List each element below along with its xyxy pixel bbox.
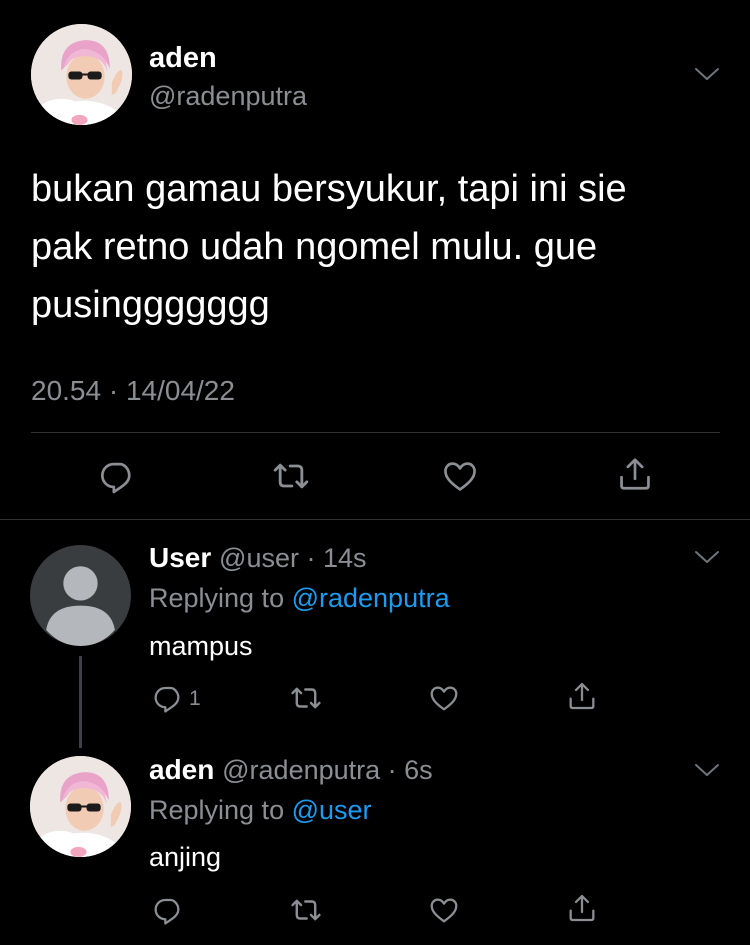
reply-header: User @user · 14s: [149, 541, 367, 575]
chevron-down-icon: [694, 66, 720, 82]
chevron-down-icon: [694, 762, 720, 778]
thread-connector: [79, 656, 82, 748]
author-display-name[interactable]: aden: [149, 40, 217, 76]
reply-button[interactable]: [152, 894, 184, 926]
reply-icon: [98, 457, 136, 495]
divider: [0, 519, 750, 520]
share-icon: [566, 892, 598, 924]
retweet-button[interactable]: [289, 893, 323, 927]
reply-handle-time[interactable]: @user · 14s: [219, 543, 366, 573]
reply-display-name[interactable]: User: [149, 542, 211, 573]
like-button[interactable]: [428, 682, 460, 714]
share-button[interactable]: [616, 455, 654, 493]
reply-text: anjing: [149, 842, 222, 872]
reply-header: aden @radenputra · 6s: [149, 753, 433, 787]
retweet-icon: [289, 893, 323, 927]
chevron-down-icon: [694, 549, 720, 565]
reply-text: mampus: [149, 631, 253, 661]
like-button[interactable]: [441, 457, 479, 495]
retweet-button[interactable]: [289, 681, 323, 715]
reply-button[interactable]: [152, 682, 184, 714]
profile-photo: [31, 24, 132, 125]
replying-to-label: Replying to: [149, 795, 292, 825]
tweet-timestamp[interactable]: 20.54 · 14/04/22: [31, 374, 235, 408]
reply-avatar[interactable]: [30, 756, 131, 857]
share-icon: [566, 680, 598, 712]
author-handle[interactable]: @radenputra: [149, 79, 307, 113]
reply-button[interactable]: [98, 457, 136, 495]
more-options-button[interactable]: [694, 66, 720, 82]
heart-icon: [428, 894, 460, 926]
share-button[interactable]: [566, 892, 598, 924]
heart-icon: [441, 457, 479, 495]
tweet-text: bukan gamau bersyukur, tapi ini sie pak …: [31, 168, 627, 326]
reply-icon: [152, 894, 184, 926]
share-icon: [616, 455, 654, 493]
share-button[interactable]: [566, 680, 598, 712]
reply-avatar[interactable]: [30, 545, 131, 646]
retweet-icon: [271, 456, 311, 496]
retweet-icon: [289, 681, 323, 715]
replying-to: Replying to @radenputra: [149, 581, 450, 615]
more-options-button[interactable]: [694, 549, 720, 565]
reply-display-name[interactable]: aden: [149, 754, 214, 785]
default-person-icon: [30, 545, 131, 646]
reply-handle-time[interactable]: @radenputra · 6s: [222, 755, 433, 785]
replying-to: Replying to @user: [149, 793, 372, 827]
divider: [31, 432, 720, 433]
retweet-button[interactable]: [271, 456, 311, 496]
reply-count: 1: [189, 687, 201, 710]
mention-link[interactable]: @radenputra: [292, 583, 450, 613]
more-options-button[interactable]: [694, 762, 720, 778]
replying-to-label: Replying to: [149, 583, 292, 613]
heart-icon: [428, 682, 460, 714]
author-avatar[interactable]: [31, 24, 132, 125]
like-button[interactable]: [428, 894, 460, 926]
reply-icon: [152, 682, 184, 714]
mention-link[interactable]: @user: [292, 795, 372, 825]
profile-photo: [30, 756, 131, 857]
